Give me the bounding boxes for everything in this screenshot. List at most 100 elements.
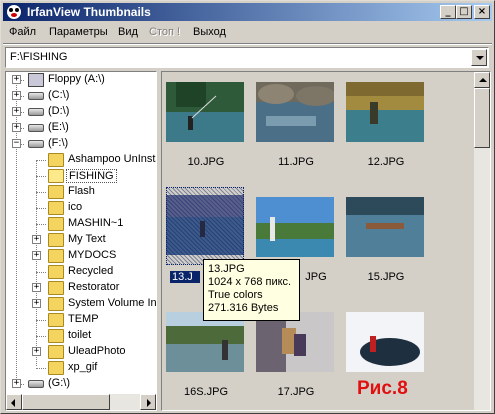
thumbnail-10[interactable]: 10.JPG <box>166 72 246 180</box>
cd-drive-icon <box>28 380 44 388</box>
collapse-icon[interactable]: − <box>12 139 21 148</box>
close-button[interactable]: × <box>474 5 490 19</box>
floppy-icon <box>28 73 44 87</box>
scroll-thumb[interactable] <box>474 88 490 148</box>
tree-item-label: Ashampoo UnInsta <box>68 153 157 165</box>
path-dropdown-button[interactable] <box>471 49 487 66</box>
tree-item-drive-d[interactable]: + (D:\) <box>6 104 156 120</box>
folder-icon <box>48 361 64 375</box>
scroll-right-button[interactable] <box>140 394 156 410</box>
tree-folder-fishing[interactable]: FISHING <box>6 168 156 184</box>
folder-icon <box>48 265 64 279</box>
maximize-button[interactable]: □ <box>456 5 472 19</box>
arrow-up-icon <box>479 78 487 82</box>
tree-folder-toilet[interactable]: toilet <box>6 328 156 344</box>
hard-drive-icon <box>28 92 44 100</box>
tree-folder-mydocs[interactable]: + MYDOCS <box>6 248 156 264</box>
thumbnail-15[interactable]: 15.JPG <box>346 187 426 295</box>
thumbnail-vertical-scrollbar[interactable] <box>474 72 490 410</box>
expand-icon[interactable]: + <box>32 347 41 356</box>
tree-item-drive-f[interactable]: − (F:\) <box>6 136 156 152</box>
tree-item-floppy[interactable]: + Floppy (A:\) <box>6 72 156 88</box>
hard-drive-icon <box>28 108 44 116</box>
tree-item-drive-g[interactable]: + (G:\) <box>6 376 156 392</box>
thumbnail-caption: JPG <box>305 271 327 283</box>
folder-icon <box>48 329 64 343</box>
folder-icon <box>48 233 64 247</box>
thumbnail-11[interactable]: 11.JPG <box>256 72 336 180</box>
tree-folder-flash[interactable]: Flash <box>6 184 156 200</box>
tree-folder-system-volume[interactable]: + System Volume Info <box>6 296 156 312</box>
tree-folder-my-text[interactable]: + My Text <box>6 232 156 248</box>
folder-icon <box>48 297 64 311</box>
tree-item-label: Restorator <box>68 281 120 293</box>
tree-item-label: Recycled <box>68 265 114 277</box>
tree-folder-ico[interactable]: ico <box>6 200 156 216</box>
tree-item-label: Floppy (A:\) <box>48 73 105 85</box>
tooltip-filesize: 271.316 Bytes <box>208 302 279 314</box>
tree-folder-temp[interactable]: TEMP <box>6 312 156 328</box>
expand-icon[interactable]: + <box>32 235 41 244</box>
folder-icon <box>48 249 64 263</box>
tree-folder-ashampoo[interactable]: Ashampoo UnInsta <box>6 152 156 168</box>
thumbnail-image <box>346 197 424 257</box>
thumbnail-image <box>256 312 334 372</box>
tree-folder-restorator[interactable]: + Restorator <box>6 280 156 296</box>
expand-icon[interactable]: + <box>12 91 21 100</box>
minimize-button[interactable]: _ <box>440 5 456 19</box>
tree-item-drive-e[interactable]: + (E:\) <box>6 120 156 136</box>
scroll-thumb[interactable] <box>22 394 110 410</box>
thumbnail-caption-selected: 13.J <box>170 271 200 283</box>
tree-folder-uleadphoto[interactable]: + UleadPhoto <box>6 344 156 360</box>
tree-folder-xp-gif[interactable]: xp_gif <box>6 360 156 376</box>
expand-icon[interactable]: + <box>12 75 21 84</box>
thumbnail-pane[interactable]: 10.JPG 11.JPG 12.JPG 13.J JPG 15.JPG 16S… <box>161 71 491 411</box>
thumbnail-image <box>166 82 244 142</box>
title-bar[interactable]: IrfanView Thumbnails _ □ × <box>3 3 492 21</box>
tree-item-label: MYDOCS <box>68 249 117 261</box>
tree-item-label: (D:\) <box>48 105 70 117</box>
thumbnail-12[interactable]: 12.JPG <box>346 72 426 180</box>
tree-item-label: My Text <box>68 233 106 245</box>
menu-separator <box>3 43 492 45</box>
expand-icon[interactable]: + <box>32 283 41 292</box>
expand-icon[interactable]: + <box>12 107 21 116</box>
tree-item-drive-c[interactable]: + (C:\) <box>6 88 156 104</box>
thumbnail-image <box>346 82 424 142</box>
hard-drive-icon <box>28 124 44 132</box>
path-value[interactable]: F:\FISHING <box>10 51 67 63</box>
tooltip-colors: True colors <box>208 289 263 301</box>
tree-item-label: MASHIN~1 <box>68 217 124 229</box>
menu-exit[interactable]: Выход <box>193 26 226 38</box>
tree-folder-recycled[interactable]: Recycled <box>6 264 156 280</box>
path-combobox[interactable]: F:\FISHING <box>5 47 489 68</box>
thumbnail-image <box>256 197 334 257</box>
tree-item-label: toilet <box>68 329 92 341</box>
menu-view[interactable]: Вид <box>118 26 138 38</box>
menu-file[interactable]: Файл <box>9 26 36 38</box>
expand-icon[interactable]: + <box>32 251 41 260</box>
tooltip-dimensions: 1024 x 768 пикс. <box>208 276 292 288</box>
tree-item-label: ico <box>68 201 83 213</box>
scroll-left-button[interactable] <box>6 394 22 410</box>
folder-tree[interactable]: + Floppy (A:\) + (C:\) + (D:\) + (E:\) −… <box>5 71 157 411</box>
tree-item-label: (G:\) <box>48 377 70 389</box>
menu-options[interactable]: Параметры <box>49 26 108 38</box>
scroll-up-button[interactable] <box>474 72 490 88</box>
tree-item-label: Flash <box>68 185 95 197</box>
tree-horizontal-scrollbar[interactable] <box>6 394 156 410</box>
thumbnail-caption: 10.JPG <box>187 156 225 168</box>
arrow-right-icon <box>147 399 151 407</box>
expand-icon[interactable]: + <box>32 299 41 308</box>
tree-item-label: (C:\) <box>48 89 70 101</box>
expand-icon[interactable]: + <box>12 379 21 388</box>
selection-highlight <box>166 187 244 265</box>
tree-folder-mashin[interactable]: MASHIN~1 <box>6 216 156 232</box>
hard-drive-icon <box>28 140 44 148</box>
figure-label: Рис.8 <box>357 378 408 399</box>
image-info-tooltip: 13.JPG 1024 x 768 пикс. True colors 271.… <box>203 259 300 321</box>
expand-icon[interactable]: + <box>12 123 21 132</box>
thumbnail-image <box>256 82 334 142</box>
tree-item-label: System Volume Info <box>68 297 157 309</box>
folder-icon <box>48 201 64 215</box>
